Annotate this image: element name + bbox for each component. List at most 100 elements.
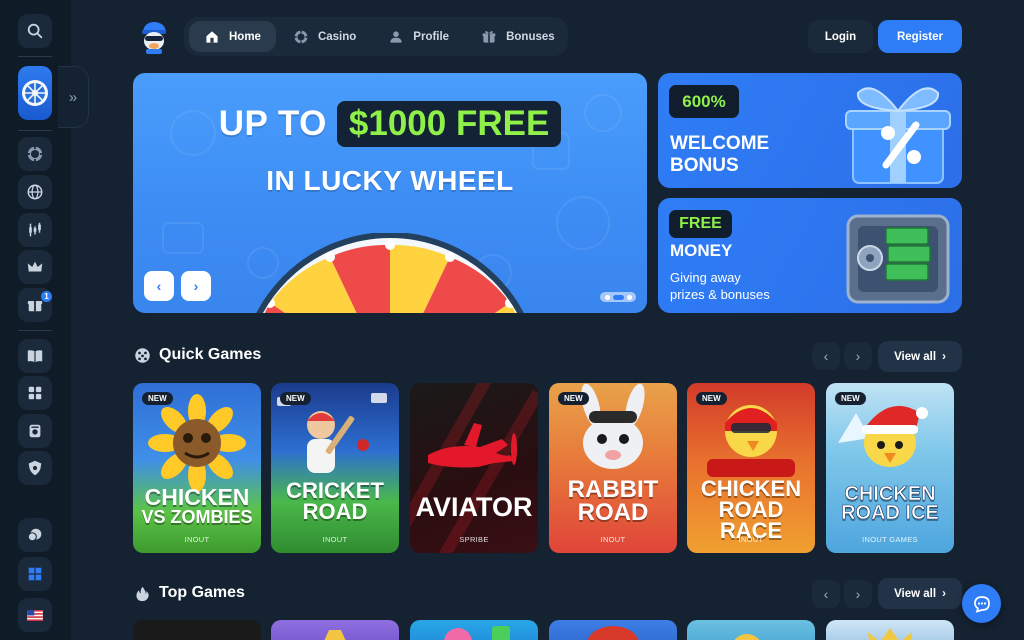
lucky-wheel-icon: [22, 80, 48, 106]
quick-games-next-button[interactable]: ›: [844, 342, 872, 370]
carousel-dot[interactable]: [604, 294, 610, 300]
game-card-chicken-road-ice[interactable]: NEW CHICKEN ROAD ICE INOUT GAMES: [826, 383, 954, 553]
game-card-cricket-road[interactable]: NEW CRICKET ROAD INOUT: [271, 383, 399, 553]
top-game-card[interactable]: [549, 620, 677, 640]
sidebar-security[interactable]: [18, 451, 52, 485]
user-icon: [390, 30, 402, 43]
top-game-card[interactable]: [687, 620, 815, 640]
new-badge: NEW: [696, 392, 727, 405]
quick-games-view-all[interactable]: View all ›: [878, 341, 962, 372]
hero-prev-button[interactable]: ‹: [144, 271, 174, 301]
gift-icon: [482, 30, 496, 43]
game-provider: INOUT: [600, 535, 626, 544]
chat-bubble-icon: [973, 595, 990, 613]
nav-bonuses-label: Bonuses: [506, 30, 555, 43]
sidebar-expand-button[interactable]: »: [58, 66, 89, 128]
game-card-chicken-vs-zombies[interactable]: NEW CHICKEN VS ZOMBIES INOUT: [133, 383, 261, 553]
game-title: CHICKEN VS ZOMBIES: [133, 484, 261, 526]
sidebar-vip[interactable]: [18, 250, 52, 284]
main-nav: Home Casino Profile Bonuses: [184, 17, 568, 56]
game-provider: INOUT: [738, 535, 764, 544]
crown-icon: [868, 628, 912, 640]
home-icon: [206, 30, 218, 43]
sidebar-divider: [18, 330, 52, 331]
hero-highlight-amount: $1000 FREE: [336, 101, 562, 147]
live-chat-button[interactable]: [962, 584, 1001, 623]
top-game-card[interactable]: [410, 620, 538, 640]
support-icon: [27, 528, 42, 542]
game-card-rabbit-road[interactable]: NEW RABBIT ROAD INOUT: [549, 383, 677, 553]
nav-home[interactable]: Home: [189, 21, 276, 52]
sidebar: » 1: [0, 0, 89, 640]
welcome-bonus-percent: 600%: [669, 85, 739, 118]
chevron-right-icon: ›: [855, 348, 861, 364]
shield-icon: [28, 460, 42, 476]
sidebar-language[interactable]: [18, 598, 52, 632]
chevron-right-icon: ›: [942, 350, 946, 363]
chevron-right-icon: ›: [855, 586, 861, 602]
game-card-aviator[interactable]: AVIATOR SPRIBE: [410, 383, 538, 553]
search-icon: [27, 23, 43, 39]
sidebar-trading[interactable]: [18, 213, 52, 247]
sidebar-lucky-wheel[interactable]: [18, 66, 52, 120]
sidebar-live[interactable]: [18, 175, 52, 209]
game-title: RABBIT ROAD: [549, 478, 677, 526]
sidebar-vault[interactable]: [18, 414, 52, 448]
candy-icon: [444, 626, 510, 640]
money-vault-icon: [846, 214, 950, 304]
gift-box-percent-icon: [845, 87, 951, 184]
gem-icon: [324, 630, 346, 640]
mascot-logo-icon: [142, 22, 166, 54]
site-logo[interactable]: [136, 18, 172, 54]
view-all-label: View all: [894, 587, 937, 600]
vault-icon: [29, 424, 41, 438]
welcome-bonus-title: WELCOME BONUS: [670, 133, 769, 177]
sidebar-windows-app[interactable]: [18, 557, 52, 591]
hero-banner[interactable]: UP TO $1000 FREE IN LUCKY WHEEL ‹ ›: [133, 73, 647, 313]
nav-casino[interactable]: Casino: [278, 21, 371, 52]
chevron-left-icon: ‹: [156, 278, 162, 294]
game-card-chicken-road-race[interactable]: NEW CHICKEN ROAD RACE INOUT: [687, 383, 815, 553]
hero-next-button[interactable]: ›: [181, 271, 211, 301]
top-games-prev-button[interactable]: ‹: [812, 580, 840, 608]
carousel-dot[interactable]: [626, 294, 632, 300]
lucky-wheel-graphic: [256, 233, 524, 313]
game-title-line2: ROAD: [577, 498, 649, 526]
top-game-card[interactable]: [826, 620, 954, 640]
top-games-header: Top Games: [134, 584, 245, 602]
top-game-card[interactable]: [133, 620, 261, 640]
chart-icon: [29, 222, 41, 237]
poker-chip-icon: [294, 29, 308, 44]
top-games-next-button[interactable]: ›: [844, 580, 872, 608]
top-game-card[interactable]: [271, 620, 399, 640]
carousel-indicator[interactable]: [600, 292, 636, 302]
quick-games-prev-button[interactable]: ‹: [812, 342, 840, 370]
welcome-bonus-title-line1: WELCOME: [670, 133, 770, 154]
register-button[interactable]: Register: [878, 20, 962, 53]
free-money-card[interactable]: FREE MONEY Giving away prizes & bonuses: [658, 198, 962, 313]
game-title: CHICKEN ROAD RACE: [687, 478, 815, 542]
puzzle-icon: [28, 386, 42, 400]
welcome-bonus-card[interactable]: 600% WELCOME BONUS: [658, 73, 962, 188]
nav-home-label: Home: [229, 30, 261, 43]
new-badge: NEW: [142, 392, 173, 405]
fruit-icon: [734, 634, 760, 640]
carousel-dot-active[interactable]: [612, 294, 624, 300]
nav-casino-label: Casino: [317, 30, 357, 43]
search-button[interactable]: [18, 14, 52, 48]
sidebar-bonuses[interactable]: 1: [18, 288, 52, 322]
nav-profile[interactable]: Profile: [373, 21, 464, 52]
new-badge: NEW: [558, 392, 589, 405]
login-button[interactable]: Login: [808, 20, 873, 53]
nav-bonuses[interactable]: Bonuses: [466, 21, 570, 52]
sidebar-games[interactable]: [18, 376, 52, 410]
game-title-line1: CHICKEN: [144, 484, 250, 510]
free-money-subtitle-line2: prizes & bonuses: [670, 287, 770, 302]
chevron-right-icon: ›: [193, 278, 199, 294]
top-games-view-all[interactable]: View all ›: [878, 578, 962, 609]
free-money-pill: FREE: [669, 210, 732, 238]
sidebar-rules[interactable]: [18, 339, 52, 373]
sidebar-support[interactable]: [18, 518, 52, 552]
sidebar-casino[interactable]: [18, 137, 52, 171]
new-badge: NEW: [835, 392, 866, 405]
